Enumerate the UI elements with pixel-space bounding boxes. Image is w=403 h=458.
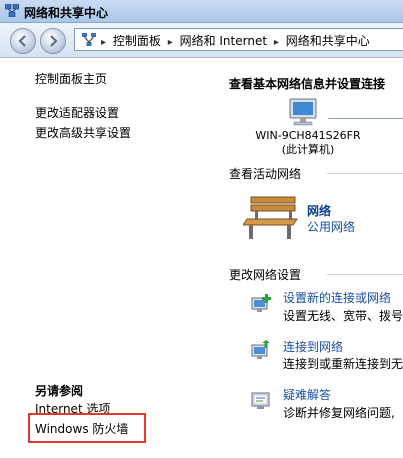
- breadcrumb-network-center[interactable]: 网络和共享中心: [286, 34, 370, 48]
- chevron-right-icon[interactable]: ▸: [168, 37, 173, 48]
- setup-new-connection-desc: 设置无线、宽带、拨号: [283, 309, 403, 323]
- title-bar: 网络和共享中心: [0, 0, 403, 23]
- chevron-right-icon[interactable]: ▸: [274, 37, 279, 48]
- main-pane: 查看基本网络信息并设置连接 WIN-9CH841S26FR (此计算机) 查看活…: [215, 58, 403, 458]
- breadcrumb: ▸ 控制面板 ▸ 网络和 Internet ▸ 网络和共享中心: [101, 32, 373, 49]
- control-panel-home-link[interactable]: 控制面板主页: [35, 70, 107, 87]
- forward-button[interactable]: [40, 28, 66, 54]
- troubleshoot-icon: [251, 392, 270, 409]
- setup-new-connection-link[interactable]: 设置新的连接或网络: [283, 289, 391, 306]
- new-connection-icon: [251, 294, 271, 312]
- arrow-left-icon: [18, 35, 26, 47]
- change-settings-heading: 更改网络设置: [229, 268, 302, 282]
- divider: [327, 274, 403, 275]
- page-title: 查看基本网络信息并设置连接: [229, 77, 386, 91]
- address-field[interactable]: ▸ 控制面板 ▸ 网络和 Internet ▸ 网络和共享中心: [74, 28, 403, 51]
- troubleshoot-desc: 诊断并修复网络问题,: [283, 406, 395, 420]
- troubleshoot-link[interactable]: 疑难解答: [283, 386, 331, 403]
- arrow-right-icon: [50, 35, 58, 47]
- back-button[interactable]: [10, 28, 36, 54]
- park-bench-icon: [243, 196, 298, 239]
- computer-icon: [289, 98, 317, 126]
- network-name: 网络: [307, 204, 332, 218]
- divider: [327, 173, 403, 174]
- connect-to-network-link[interactable]: 连接到网络: [283, 338, 343, 355]
- network-center-icon: [5, 4, 19, 17]
- see-also-heading: 另请参阅: [35, 384, 84, 398]
- connect-network-icon: [251, 340, 270, 359]
- connect-to-network-desc: 连接到或重新连接到无: [283, 357, 403, 371]
- computer-name: WIN-9CH841S26FR (此计算机): [255, 129, 361, 156]
- network-icon: [82, 33, 96, 46]
- change-advanced-sharing-link[interactable]: 更改高级共享设置: [35, 124, 131, 141]
- left-pane: 控制面板主页 更改适配器设置 更改高级共享设置: [0, 58, 215, 458]
- active-networks-heading: 查看活动网络: [229, 167, 302, 181]
- highlight-box: [28, 413, 146, 443]
- chevron-right-icon[interactable]: ▸: [101, 37, 106, 48]
- network-connector-line: [328, 118, 403, 119]
- change-adapter-settings-link[interactable]: 更改适配器设置: [35, 104, 119, 121]
- address-bar: ▸ 控制面板 ▸ 网络和 Internet ▸ 网络和共享中心: [0, 23, 403, 58]
- breadcrumb-network-internet[interactable]: 网络和 Internet: [180, 34, 267, 48]
- breadcrumb-control-panel[interactable]: 控制面板: [113, 34, 161, 48]
- window-title: 网络和共享中心: [24, 6, 109, 20]
- network-type-link[interactable]: 公用网络: [307, 218, 355, 235]
